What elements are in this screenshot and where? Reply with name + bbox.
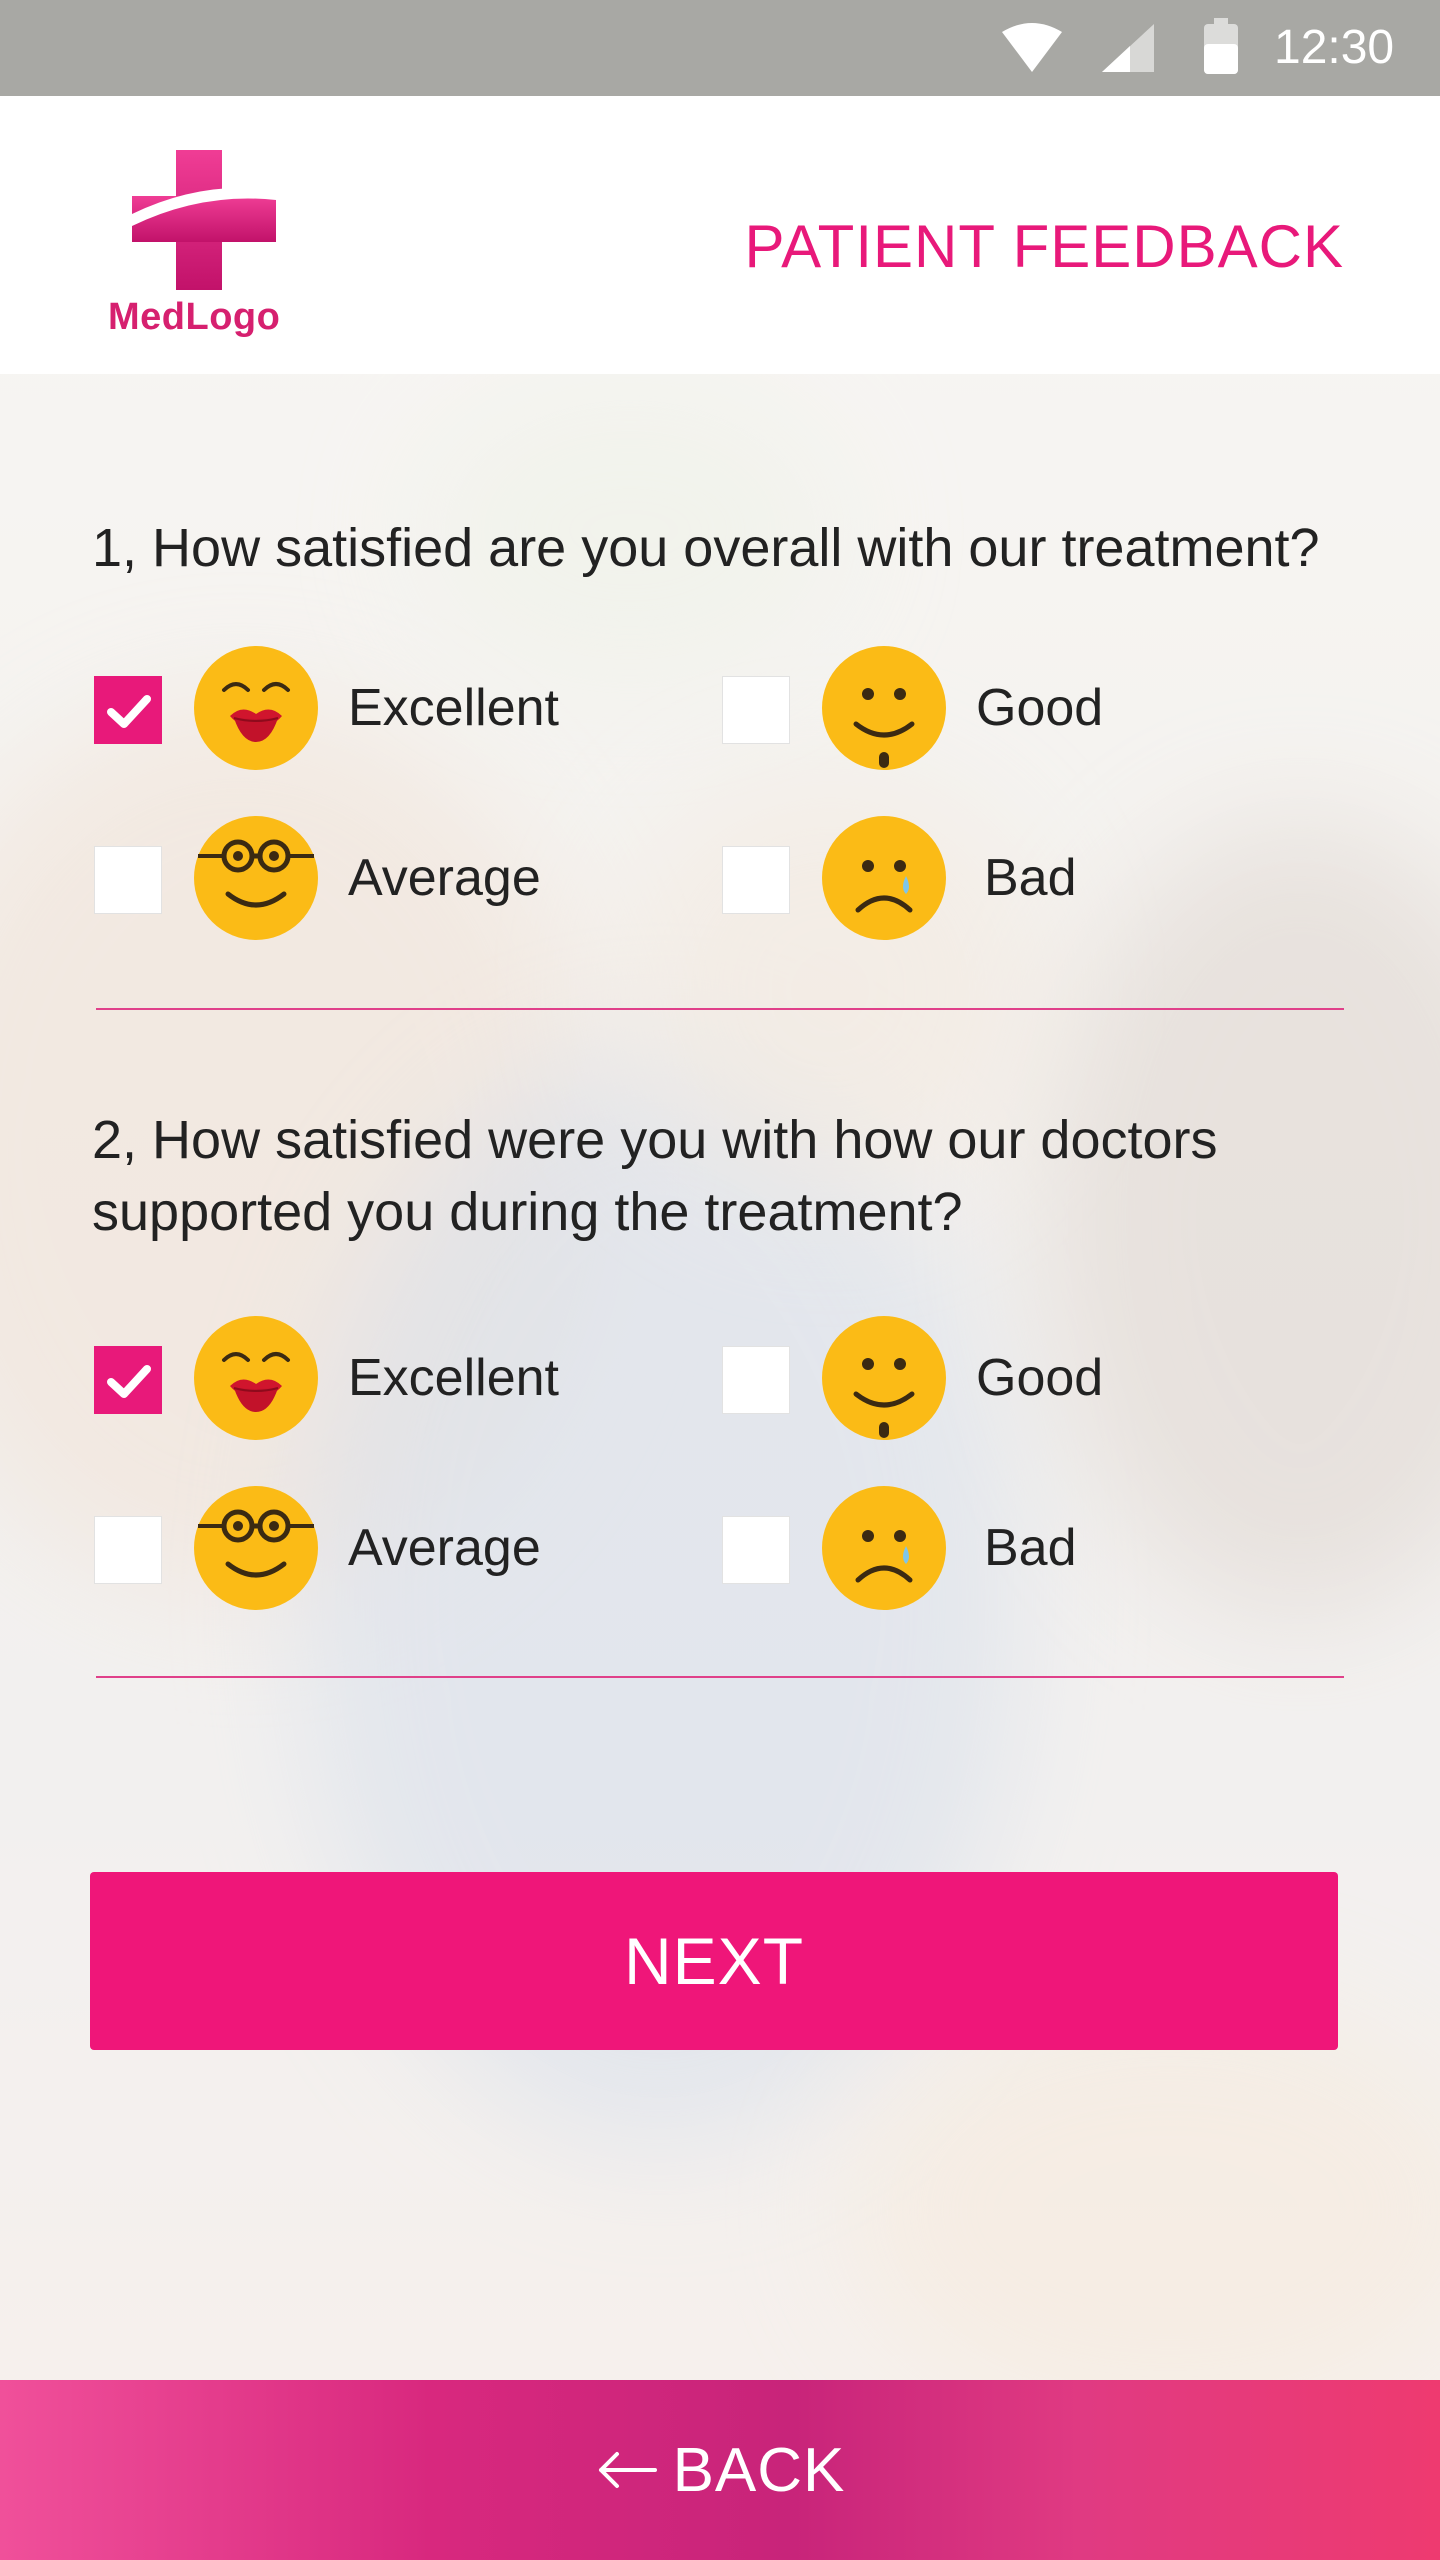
signal-icon [1102, 24, 1154, 72]
option-label: Average [348, 1519, 541, 1577]
option-q1-bad[interactable]: Bad [722, 816, 1242, 946]
checkbox-unchecked[interactable] [722, 1346, 790, 1414]
option-q1-excellent[interactable]: Excellent [94, 646, 614, 776]
app-header: MedLogo PATIENT FEEDBACK [0, 96, 1440, 374]
sad-tear-face-icon [822, 816, 946, 940]
option-label: Excellent [348, 1349, 559, 1407]
option-label: Excellent [348, 679, 559, 737]
option-q2-average[interactable]: Average [94, 1486, 614, 1616]
smile-face-icon [822, 1316, 946, 1440]
option-q2-bad[interactable]: Bad [722, 1486, 1242, 1616]
checkbox-checked[interactable] [94, 676, 162, 744]
medical-cross-icon [132, 150, 276, 290]
wifi-icon [1002, 23, 1062, 72]
option-label: Bad [984, 849, 1077, 907]
med-logo[interactable]: MedLogo [100, 150, 310, 340]
divider [96, 1676, 1344, 1678]
status-bar: 12:30 [0, 0, 1440, 96]
option-label: Good [976, 679, 1104, 737]
checkbox-unchecked[interactable] [722, 676, 790, 744]
option-q2-good[interactable]: Good [722, 1316, 1242, 1446]
glasses-face-icon [194, 1486, 318, 1610]
next-button[interactable]: NEXT [90, 1872, 1338, 2050]
option-q1-good[interactable]: Good [722, 646, 1242, 776]
back-label: BACK [672, 2435, 846, 2505]
question-2-text: 2, How satisfied were you with how our d… [92, 1110, 1218, 1242]
back-button[interactable]: BACK [0, 2380, 1440, 2560]
battery-icon [1204, 18, 1238, 74]
divider [96, 1008, 1344, 1010]
logo-text: MedLogo [108, 296, 281, 338]
option-label: Average [348, 849, 541, 907]
option-q1-average[interactable]: Average [94, 816, 614, 946]
background-photo [0, 0, 1440, 2560]
option-q2-excellent[interactable]: Excellent [94, 1316, 614, 1446]
arrow-left-icon [598, 2452, 657, 2488]
checkbox-checked[interactable] [94, 1346, 162, 1414]
checkbox-unchecked[interactable] [722, 1516, 790, 1584]
checkbox-unchecked[interactable] [722, 846, 790, 914]
checkbox-unchecked[interactable] [94, 846, 162, 914]
page-title: PATIENT FEEDBACK [744, 213, 1344, 280]
option-label: Good [976, 1349, 1104, 1407]
question-1-text: 1, How satisfied are you overall with ou… [92, 518, 1320, 578]
smile-face-icon [822, 646, 946, 770]
sad-tear-face-icon [822, 1486, 946, 1610]
option-label: Bad [984, 1519, 1077, 1577]
checkbox-unchecked[interactable] [94, 1516, 162, 1584]
glasses-face-icon [194, 816, 318, 940]
kiss-face-icon [194, 1316, 318, 1440]
kiss-face-icon [194, 646, 318, 770]
clock: 12:30 [1274, 21, 1395, 74]
